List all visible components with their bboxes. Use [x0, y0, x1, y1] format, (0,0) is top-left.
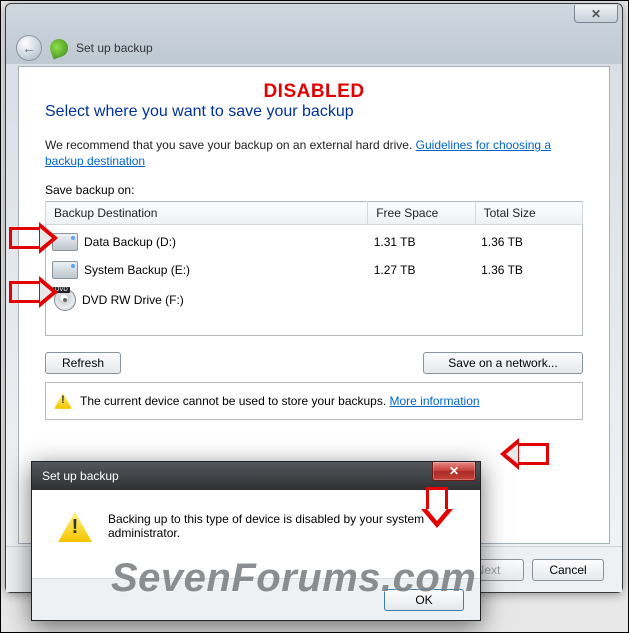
ok-button[interactable]: OK: [384, 589, 464, 611]
recommend-text: We recommend that you save your backup o…: [45, 138, 416, 152]
warning-icon: [54, 393, 72, 409]
dialog-footer: OK: [32, 578, 480, 620]
breadcrumb-bar: ← Set up backup: [6, 34, 622, 62]
col-destination[interactable]: Backup Destination: [46, 202, 368, 225]
annotation-arrow-down: [426, 487, 448, 509]
warning-icon: [58, 512, 92, 542]
window-close-button[interactable]: ✕: [574, 5, 618, 23]
dest-free: [368, 285, 475, 315]
table-row[interactable]: System Backup (E:) 1.27 TB 1.36 TB: [46, 255, 583, 285]
warning-text: The current device cannot be used to sto…: [80, 394, 480, 408]
arrow-left-icon: ←: [22, 40, 36, 56]
dest-total: 1.36 TB: [475, 225, 582, 256]
annotation-arrow-moreinfo: [519, 443, 549, 465]
recommend-paragraph: We recommend that you save your backup o…: [45, 137, 583, 169]
dialog-titlebar: Set up backup ✕: [32, 462, 480, 490]
dest-free: 1.27 TB: [368, 255, 475, 285]
backup-globe-icon: [50, 39, 68, 57]
breadcrumb-text: Set up backup: [76, 41, 153, 55]
error-dialog: Set up backup ✕ Backing up to this type …: [31, 461, 481, 621]
table-row[interactable]: Data Backup (D:) 1.31 TB 1.36 TB: [46, 225, 583, 256]
close-icon: ✕: [449, 464, 459, 478]
annotation-arrow-row1: [9, 227, 39, 249]
dest-total: [475, 285, 582, 315]
col-total-size[interactable]: Total Size: [475, 202, 582, 225]
annotation-arrow-row2: [9, 281, 39, 303]
dialog-body: Backing up to this type of device is dis…: [32, 490, 480, 548]
destination-table: Backup Destination Free Space Total Size…: [45, 201, 583, 336]
disabled-annotation: DISABLED: [45, 81, 583, 103]
action-button-row: Refresh Save on a network...: [45, 352, 583, 374]
col-free-space[interactable]: Free Space: [368, 202, 475, 225]
cancel-button[interactable]: Cancel: [532, 559, 604, 581]
back-button[interactable]: ←: [16, 35, 42, 61]
dest-name: DVD RW Drive (F:): [82, 293, 184, 307]
dialog-message: Backing up to this type of device is dis…: [108, 512, 458, 542]
dialog-close-button[interactable]: ✕: [432, 462, 476, 481]
dialog-title: Set up backup: [42, 469, 119, 483]
save-network-button[interactable]: Save on a network...: [423, 352, 583, 374]
dest-free: 1.31 TB: [368, 225, 475, 256]
page-heading: Select where you want to save your backu…: [45, 103, 583, 121]
refresh-button[interactable]: Refresh: [45, 352, 121, 374]
dest-total: 1.36 TB: [475, 255, 582, 285]
more-information-link[interactable]: More information: [390, 394, 480, 408]
dest-name: Data Backup (D:): [84, 235, 176, 249]
warning-band: The current device cannot be used to sto…: [45, 382, 583, 420]
close-icon: ✕: [591, 7, 601, 21]
table-row[interactable]: DVDDVD RW Drive (F:): [46, 285, 583, 315]
window-titlebar: ✕: [6, 4, 622, 34]
dest-name: System Backup (E:): [84, 263, 190, 277]
save-on-label: Save backup on:: [45, 183, 583, 197]
